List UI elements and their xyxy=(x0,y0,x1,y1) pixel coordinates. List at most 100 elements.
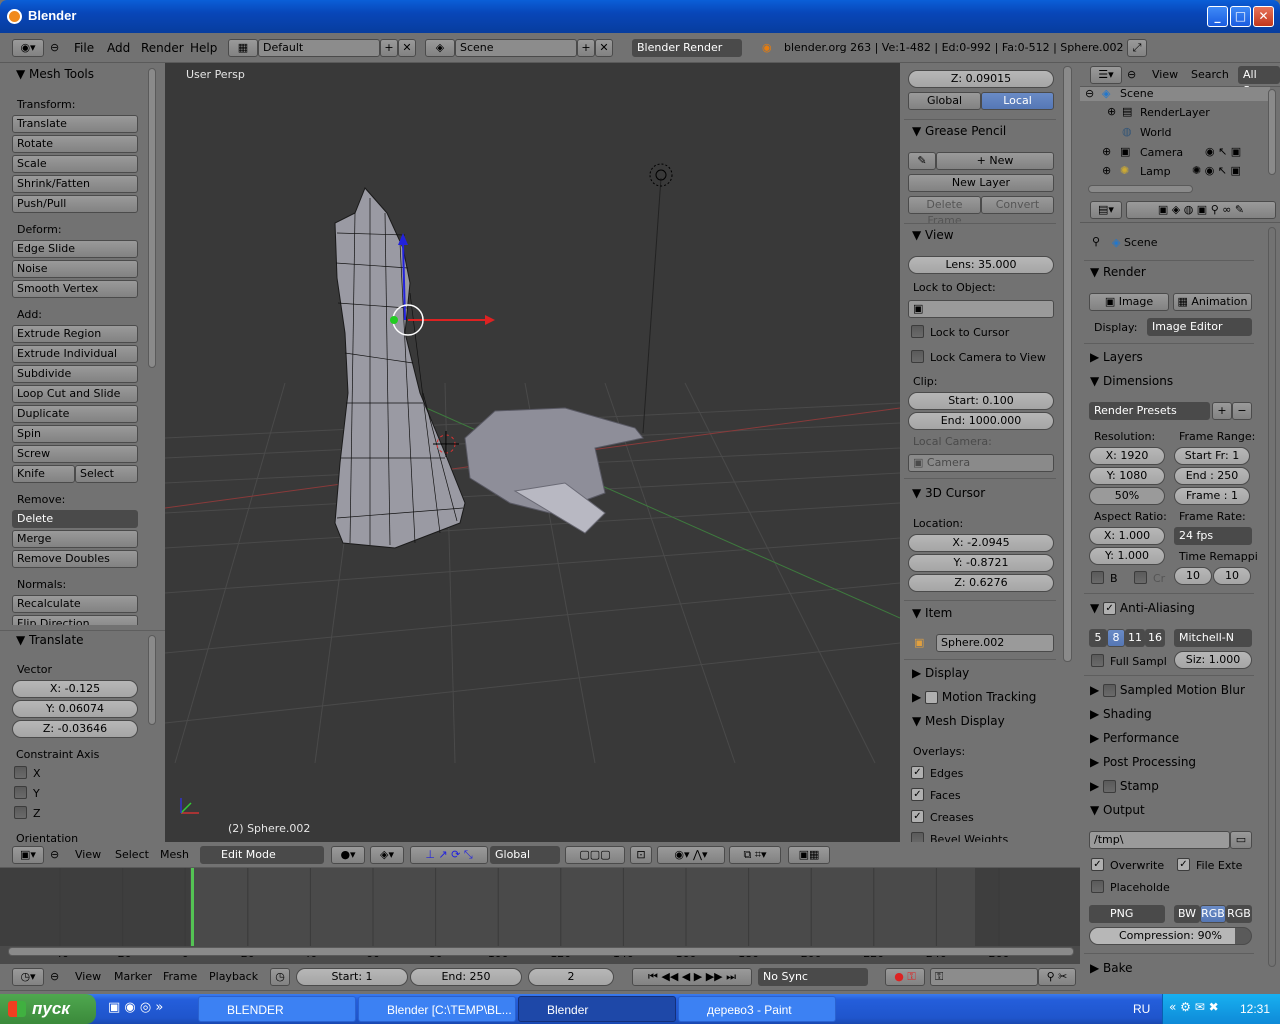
timeline-menu-playback[interactable]: Playback xyxy=(209,970,258,983)
start-frame-field[interactable]: Start: 1 xyxy=(296,968,408,986)
orientation-dropdown[interactable]: Global xyxy=(490,846,560,864)
rotation-z-field[interactable]: Z: 0.09015 xyxy=(908,70,1054,88)
viewport-shading-button[interactable]: ●▾ xyxy=(331,846,365,864)
context-tabs[interactable]: ▣ ◈ ◍ ▣ ⚲ ∞ ✎ xyxy=(1126,201,1276,219)
npanel-scrollbar[interactable] xyxy=(1063,66,1072,662)
knife-button[interactable]: Knife xyxy=(12,465,75,483)
minimize-button[interactable]: _ xyxy=(1207,6,1228,27)
smooth-vertex-button[interactable]: Smooth Vertex xyxy=(12,280,138,298)
render-presets-dropdown[interactable]: Render Presets xyxy=(1089,402,1210,420)
properties-scrollbar[interactable] xyxy=(1268,227,1276,967)
render-panel-header[interactable]: ▼ Render xyxy=(1090,265,1146,279)
post-processing-panel-header[interactable]: ▶ Post Processing xyxy=(1090,755,1196,769)
occlude-button[interactable]: ⊡ xyxy=(630,846,652,864)
placeholders-checkbox[interactable] xyxy=(1091,880,1104,893)
push-pull-button[interactable]: Push/Pull xyxy=(12,195,138,213)
fullscreen-button[interactable]: ⤢ xyxy=(1127,39,1147,57)
expand-icon[interactable]: ⊖ xyxy=(1085,87,1094,100)
creases-checkbox[interactable]: ✓ xyxy=(911,810,924,823)
faces-checkbox[interactable]: ✓ xyxy=(911,788,924,801)
knife-select-button[interactable]: Select xyxy=(75,465,138,483)
display-dropdown[interactable]: Image Editor xyxy=(1147,318,1252,336)
snap-button[interactable]: ⧉ ⌗▾ xyxy=(729,846,781,864)
menu-help[interactable]: Help xyxy=(190,41,217,55)
close-button[interactable]: ✕ xyxy=(1253,6,1274,27)
timeline-menu-marker[interactable]: Marker xyxy=(114,970,152,983)
lens-field[interactable]: Lens: 35.000 xyxy=(908,256,1054,274)
add-scene-button[interactable]: + xyxy=(577,39,595,57)
outliner-scrollbar-v[interactable] xyxy=(1268,89,1276,175)
timeline-editor-type[interactable]: ◷▾ xyxy=(12,968,44,986)
edges-checkbox[interactable]: ✓ xyxy=(911,766,924,779)
view3d-menu-select[interactable]: Select xyxy=(115,848,149,861)
timeline-menu-view[interactable]: View xyxy=(75,970,101,983)
performance-panel-header[interactable]: ▶ Performance xyxy=(1090,731,1179,745)
display-header[interactable]: ▶ Display xyxy=(912,666,969,680)
border-checkbox[interactable] xyxy=(1091,571,1104,584)
motion-blur-checkbox[interactable] xyxy=(1103,684,1117,697)
preview-range-icon[interactable]: ◷ xyxy=(270,968,290,986)
start-frame-field[interactable]: Start Fr: 1 xyxy=(1174,447,1250,465)
task-blender-path[interactable]: Blender [C:\TEMP\BL... xyxy=(358,996,516,1022)
global-toggle[interactable]: Global xyxy=(908,92,981,110)
screen-layout-icon[interactable]: ▦ xyxy=(228,39,258,57)
render-engine-dropdown[interactable]: Blender Render xyxy=(632,39,742,57)
collapse-icon[interactable]: ⊖ xyxy=(50,848,59,861)
view3d-menu-view[interactable]: View xyxy=(75,848,101,861)
lock-cursor-checkbox[interactable] xyxy=(911,325,924,338)
cursor-x-field[interactable]: X: -2.0945 xyxy=(908,534,1054,552)
aa-filter-dropdown[interactable]: Mitchell-N xyxy=(1174,629,1252,647)
remove-scene-button[interactable]: ✕ xyxy=(595,39,613,57)
outliner-scrollbar-h[interactable] xyxy=(1088,185,1193,193)
grease-pencil-header[interactable]: ▼ Grease Pencil xyxy=(912,124,1006,138)
scene-field[interactable]: Scene xyxy=(455,39,577,57)
aa-samples-16[interactable]: 16 xyxy=(1145,629,1165,647)
remove-doubles-button[interactable]: Remove Doubles xyxy=(12,550,138,568)
mesh-tools-header[interactable]: ▼ Mesh Tools xyxy=(16,67,94,81)
sync-dropdown[interactable]: No Sync xyxy=(758,968,868,986)
full-sample-checkbox[interactable] xyxy=(1091,654,1104,667)
remap-new-field[interactable]: 10 xyxy=(1213,567,1251,585)
anti-aliasing-checkbox[interactable]: ✓ xyxy=(1103,602,1117,615)
menu-file[interactable]: File xyxy=(74,41,94,55)
outliner-row-lamp[interactable]: ⊕ ✺ Lamp ✺ ◉ ↖ ▣ xyxy=(1080,164,1270,182)
file-format-dropdown[interactable]: PNG xyxy=(1089,905,1165,923)
constraint-z-checkbox[interactable] xyxy=(14,806,27,819)
constraint-x-checkbox[interactable] xyxy=(14,766,27,779)
timeline-scrollbar[interactable] xyxy=(8,947,1074,956)
aa-samples-8[interactable]: 8 xyxy=(1107,629,1125,647)
record-button[interactable]: ● ⚿ xyxy=(885,968,925,986)
keying-set-field[interactable]: ⚿ xyxy=(930,968,1038,986)
timeline-editor[interactable]: -40-200204060801001201401601802002202402… xyxy=(0,868,1080,964)
local-camera-field[interactable]: ▣ Camera xyxy=(908,454,1054,472)
outliner-row-renderlayer[interactable]: ⊕ ▤ RenderLayer xyxy=(1080,105,1270,123)
convert-button[interactable]: Convert xyxy=(981,196,1054,214)
motion-blur-header[interactable]: ▶ Sampled Motion Blur xyxy=(1090,683,1245,697)
task-blender[interactable]: Blender xyxy=(518,996,676,1022)
view-header[interactable]: ▼ View xyxy=(912,228,954,242)
file-extensions-checkbox[interactable]: ✓ xyxy=(1177,858,1190,871)
task-blender-folder[interactable]: BLENDER xyxy=(198,996,356,1022)
overwrite-checkbox[interactable]: ✓ xyxy=(1091,858,1104,871)
outliner-menu-search[interactable]: Search xyxy=(1191,68,1229,81)
lock-object-field[interactable]: ▣ xyxy=(908,300,1054,318)
recalculate-button[interactable]: Recalculate xyxy=(12,595,138,613)
item-header[interactable]: ▼ Item xyxy=(912,606,952,620)
fps-dropdown[interactable]: 24 fps xyxy=(1174,527,1252,545)
manipulator-toggle[interactable]: ⊥ ↗ ⟳ ⤡ xyxy=(410,846,488,864)
subdivide-button[interactable]: Subdivide xyxy=(12,365,138,383)
edge-slide-button[interactable]: Edge Slide xyxy=(12,240,138,258)
expand-icon[interactable]: ⊕ xyxy=(1102,164,1111,177)
new-layer-button[interactable]: New Layer xyxy=(908,174,1054,192)
layers-panel-header[interactable]: ▶ Layers xyxy=(1090,350,1143,364)
screen-layout-field[interactable]: Default xyxy=(258,39,380,57)
color-rgb-button[interactable]: RGB xyxy=(1200,905,1226,923)
item-name-field[interactable]: Sphere.002 xyxy=(936,634,1054,652)
vector-z-field[interactable]: Z: -0.03646 xyxy=(12,720,138,738)
render-image-button[interactable]: ▣ Image xyxy=(1089,293,1169,311)
vector-y-field[interactable]: Y: 0.06074 xyxy=(12,700,138,718)
flip-direction-button[interactable]: Flip Direction xyxy=(12,615,138,625)
stamp-checkbox[interactable] xyxy=(1103,780,1117,793)
stamp-panel-header[interactable]: ▶ Stamp xyxy=(1090,779,1159,793)
rotate-button[interactable]: Rotate xyxy=(12,135,138,153)
